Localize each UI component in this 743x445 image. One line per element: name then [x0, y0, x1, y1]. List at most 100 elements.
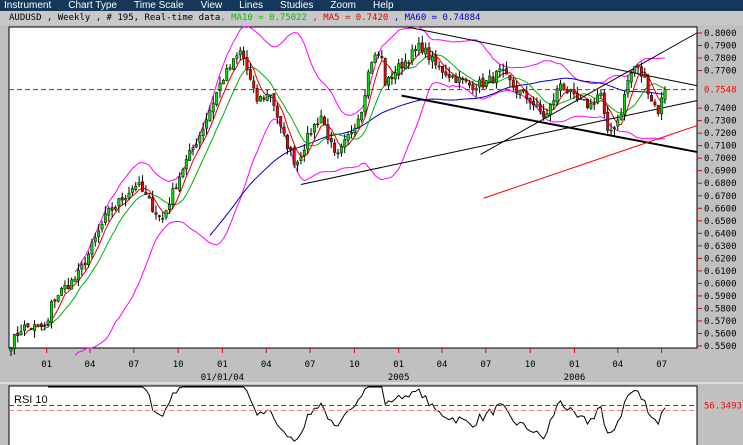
x-period-label: 2006	[564, 373, 586, 383]
candle-down	[329, 138, 333, 143]
candle-down	[383, 58, 387, 86]
candle-up	[181, 169, 185, 177]
candle-down	[289, 147, 293, 150]
candle-up	[339, 146, 343, 154]
candle-up	[103, 213, 107, 223]
candle-down	[481, 77, 485, 88]
candle-up	[171, 188, 175, 205]
candle-down	[154, 212, 158, 215]
candle-down	[282, 126, 286, 134]
y-tick-label: 0.6200	[704, 254, 737, 264]
candle-down	[444, 71, 448, 76]
candle-down	[528, 97, 532, 104]
candle-up	[114, 206, 117, 210]
candle-up	[494, 70, 498, 84]
candle-up	[596, 94, 600, 104]
candle-up	[403, 60, 407, 70]
y-tick-label: 0.5800	[704, 304, 737, 314]
y-tick-label: 0.7400	[704, 104, 737, 114]
candle-down	[120, 197, 124, 201]
candle-up	[201, 128, 205, 136]
candle-up	[660, 97, 664, 115]
candle-down	[262, 97, 266, 100]
candle-down	[461, 78, 465, 80]
candle-up	[501, 69, 505, 71]
candle-up	[363, 95, 367, 113]
candle-up	[414, 49, 417, 52]
candle-down	[542, 111, 546, 118]
candle-down	[468, 82, 471, 86]
x-tick-label: 01	[217, 360, 228, 370]
candle-up	[407, 62, 411, 64]
candle-up	[215, 92, 219, 105]
y-tick-label: 0.6800	[704, 179, 737, 189]
candle-down	[636, 64, 640, 68]
x-tick-label: 04	[261, 360, 272, 370]
y-tick-label: 0.6900	[704, 167, 737, 177]
y-tick-label: 0.6300	[704, 242, 737, 252]
x-period-label: 2005	[388, 373, 410, 383]
candle-down	[454, 75, 458, 83]
candle-down	[508, 74, 512, 81]
candle-up	[599, 92, 603, 96]
candle-up	[33, 324, 37, 332]
rsi-level-label: 56.3493	[704, 401, 742, 411]
y-tick-label: 0.7300	[704, 117, 737, 127]
candle-up	[609, 129, 613, 132]
candle-up	[424, 47, 428, 55]
candle-up	[87, 253, 90, 265]
y-tick-label: 0.5900	[704, 292, 737, 302]
candle-down	[639, 66, 643, 77]
candle-up	[373, 54, 377, 63]
x-tick-label: 01	[569, 360, 580, 370]
candle-up	[127, 193, 131, 199]
candle-up	[498, 68, 502, 73]
candle-up	[134, 186, 138, 190]
candle-down	[586, 99, 589, 108]
candle-down	[141, 181, 144, 192]
candle-up	[299, 156, 303, 161]
main-plot-area[interactable]	[8, 26, 698, 349]
y-tick-label: 0.7800	[704, 54, 737, 64]
candle-up	[370, 62, 374, 74]
candle-up	[19, 331, 23, 336]
x-tick-label: 04	[612, 360, 623, 370]
y-tick-label: 0.6700	[704, 192, 737, 202]
candle-up	[93, 237, 97, 243]
candle-down	[377, 54, 380, 56]
candle-up	[356, 118, 360, 128]
rsi-label: RSI 10	[14, 394, 48, 406]
candle-up	[545, 113, 549, 118]
price-chart[interactable]: 0.8000 0.7900 0.7800 0.7700 0.7400 0.7300 0.72…	[0, 0, 743, 445]
candle-down	[606, 111, 610, 131]
candle-up	[130, 188, 134, 193]
candle-down	[491, 76, 495, 83]
candle-up	[569, 89, 573, 92]
y-tick-label: 0.7000	[704, 154, 737, 164]
y-tick-label: 0.5600	[704, 329, 737, 339]
candle-up	[343, 139, 347, 148]
x-tick-label: 07	[128, 360, 139, 370]
candle-down	[248, 69, 252, 80]
candle-up	[191, 147, 195, 150]
candle-up	[626, 80, 630, 94]
candle-up	[306, 133, 310, 150]
candle-up	[60, 287, 64, 296]
candle-up	[312, 124, 316, 133]
rsi-plot-area[interactable]	[8, 385, 698, 445]
candle-up	[225, 68, 229, 81]
y-tick-label: 0.6400	[704, 229, 737, 239]
candle-down	[390, 76, 394, 80]
candle-up	[265, 93, 269, 101]
candle-down	[471, 84, 475, 91]
candle-down	[66, 285, 70, 290]
candle-up	[350, 132, 353, 135]
candle-up	[457, 76, 461, 83]
candle-down	[420, 42, 424, 53]
candle-up	[80, 264, 84, 270]
candle-up	[548, 104, 552, 116]
candle-up	[97, 230, 101, 238]
candle-down	[565, 89, 569, 94]
candle-up	[484, 80, 488, 87]
x-tick-label: 10	[349, 360, 360, 370]
